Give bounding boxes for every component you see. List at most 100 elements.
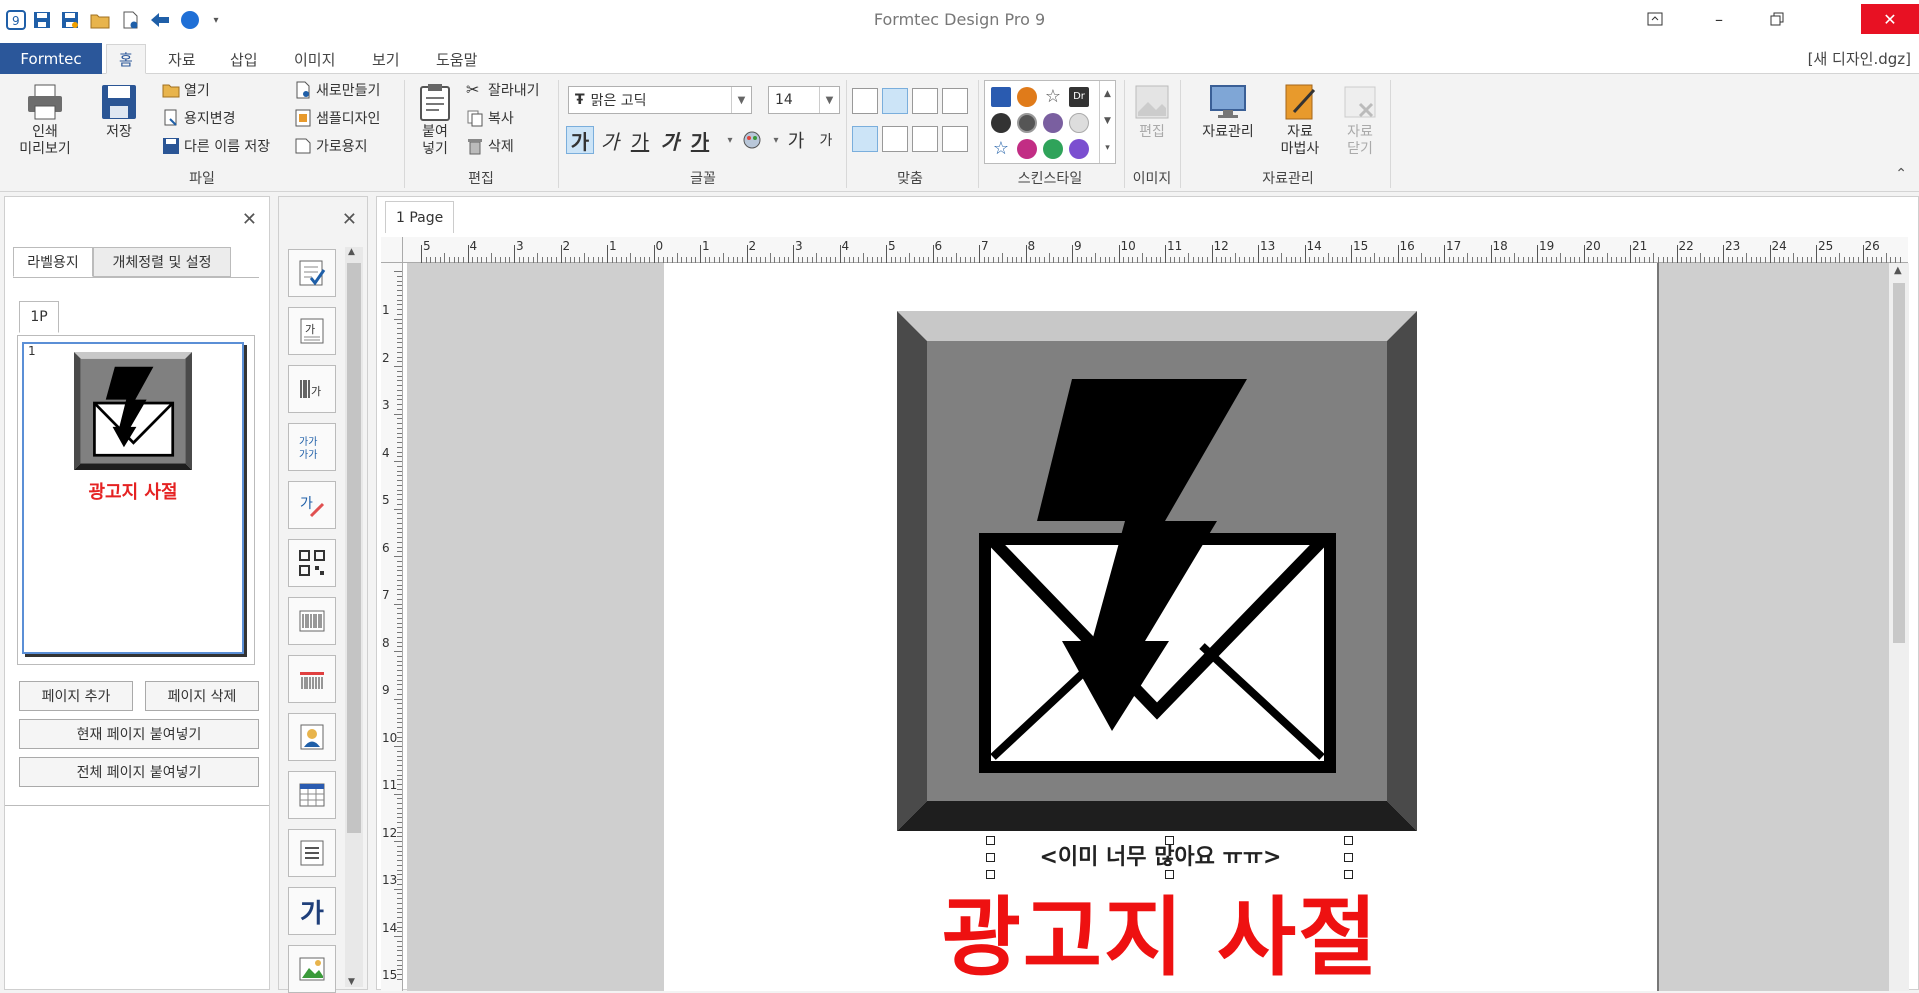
design-title-text[interactable]: 광고지 사절 bbox=[664, 867, 1657, 991]
star-icon[interactable]: ☆ bbox=[1043, 87, 1063, 107]
table-tool[interactable] bbox=[288, 771, 336, 819]
gallery-scroll[interactable]: ▲ ▼ ▾ bbox=[1099, 81, 1115, 163]
skin-blue-swatch[interactable] bbox=[991, 87, 1011, 107]
tab-page-1[interactable]: 1P bbox=[19, 301, 59, 333]
align-bottom-button[interactable] bbox=[912, 126, 938, 152]
barcode-tool[interactable] bbox=[288, 597, 336, 645]
checklist-tool[interactable] bbox=[288, 249, 336, 297]
blue-circle-icon[interactable] bbox=[178, 8, 202, 32]
quick-access-dropdown-icon[interactable]: ▾ bbox=[204, 8, 228, 32]
change-paper-button[interactable]: 용지변경 bbox=[162, 106, 236, 130]
image-tool[interactable] bbox=[288, 945, 336, 993]
tab-object-align[interactable]: 개체정렬 및 설정 bbox=[93, 247, 231, 277]
copy-button[interactable]: 복사 bbox=[466, 106, 514, 130]
skin-gray-swatch[interactable] bbox=[1017, 113, 1037, 133]
selection-handle[interactable] bbox=[1165, 836, 1174, 845]
selection-handle[interactable] bbox=[1344, 870, 1353, 879]
skin-magenta-swatch[interactable] bbox=[1017, 139, 1037, 159]
save-as-button[interactable]: 다른 이름 저장 bbox=[162, 134, 270, 158]
scroll-up-icon[interactable]: ▲ bbox=[348, 247, 355, 257]
text-underline-color-button[interactable]: 가 bbox=[686, 126, 714, 154]
align-justify-button[interactable] bbox=[942, 88, 968, 114]
app-logo-icon[interactable]: 9 bbox=[4, 8, 28, 32]
scroll-thumb[interactable] bbox=[1893, 283, 1905, 643]
data-manage-button[interactable]: 자료관리 bbox=[1194, 82, 1262, 141]
barcode-text-tool[interactable]: 가 bbox=[288, 365, 336, 413]
tool-scrollbar[interactable]: ▲ ▼ bbox=[345, 247, 363, 987]
selection-handle[interactable] bbox=[1344, 836, 1353, 845]
qr-code-tool[interactable] bbox=[288, 539, 336, 587]
cut-button[interactable]: ✂ 잘라내기 bbox=[466, 78, 540, 102]
align-top-button[interactable] bbox=[852, 126, 878, 152]
data-close-button[interactable]: 자료 닫기 bbox=[1336, 82, 1384, 158]
photo-tool[interactable] bbox=[288, 713, 336, 761]
tab-insert[interactable]: 삽입 bbox=[218, 44, 270, 74]
back-arrow-icon[interactable] bbox=[148, 8, 172, 32]
tab-help[interactable]: 도움말 bbox=[424, 44, 489, 74]
color-barcode-tool[interactable] bbox=[288, 655, 336, 703]
tab-view[interactable]: 보기 bbox=[360, 44, 412, 74]
new-button[interactable]: 새로만들기 bbox=[294, 78, 380, 102]
strikethrough-button[interactable]: 가 bbox=[656, 126, 684, 154]
font-name-select[interactable]: Ŧ 맑은 고딕 ▼ bbox=[568, 86, 752, 114]
selection-handle[interactable] bbox=[1165, 870, 1174, 879]
tab-label-paper[interactable]: 라벨용지 bbox=[13, 247, 93, 277]
scroll-up-icon[interactable]: ▲ bbox=[1894, 265, 1902, 276]
save-as-icon[interactable] bbox=[58, 8, 82, 32]
text-box-tool[interactable]: 가 bbox=[288, 307, 336, 355]
mail-lightning-image[interactable] bbox=[897, 311, 1417, 831]
tab-data[interactable]: 자료 bbox=[156, 44, 208, 74]
sample-design-button[interactable]: 샘플디자인 bbox=[294, 106, 380, 130]
scroll-down-icon[interactable]: ▼ bbox=[348, 977, 355, 987]
minimize-button[interactable]: – bbox=[1693, 4, 1745, 34]
tab-image[interactable]: 이미지 bbox=[282, 44, 347, 74]
paste-button[interactable]: 붙여 넣기 bbox=[414, 82, 456, 158]
selection-handle[interactable] bbox=[1344, 853, 1353, 862]
selection-handle[interactable] bbox=[986, 853, 995, 862]
skin-style-gallery[interactable]: ☆ Dr ☆ ▲ ▼ ▾ bbox=[984, 80, 1116, 164]
align-middle-button[interactable] bbox=[882, 126, 908, 152]
underline-button[interactable]: 가 bbox=[626, 126, 654, 154]
scroll-thumb[interactable] bbox=[347, 263, 361, 833]
tab-home[interactable]: 홈 bbox=[106, 44, 146, 74]
data-wizard-button[interactable]: 자료 마법사 bbox=[1272, 82, 1328, 158]
tab-page-1-canvas[interactable]: 1 Page bbox=[385, 201, 455, 233]
skin-black-swatch[interactable] bbox=[991, 113, 1011, 133]
skin-green-swatch[interactable] bbox=[1043, 139, 1063, 159]
skin-dark-swatch[interactable]: Dr bbox=[1069, 87, 1089, 107]
save-button[interactable]: 저장 bbox=[94, 82, 144, 141]
align-left-button[interactable] bbox=[852, 88, 878, 114]
font-size-select[interactable]: 14 ▼ bbox=[768, 86, 840, 114]
font-grow-icon[interactable]: 가 bbox=[782, 126, 810, 154]
bold-button[interactable]: 가 bbox=[566, 126, 594, 154]
delete-button[interactable]: 삭제 bbox=[466, 134, 514, 158]
close-window-button[interactable]: ✕ bbox=[1861, 4, 1919, 34]
delete-page-button[interactable]: 페이지 삭제 bbox=[145, 681, 259, 711]
memo-tool[interactable] bbox=[288, 829, 336, 877]
skin-violet-swatch[interactable] bbox=[1069, 139, 1089, 159]
ribbon-display-icon[interactable] bbox=[1629, 4, 1681, 34]
selection-handle[interactable] bbox=[986, 836, 995, 845]
italic-button[interactable]: 가 bbox=[596, 126, 624, 154]
open-button[interactable]: 열기 bbox=[162, 78, 210, 102]
skin-purple-swatch[interactable] bbox=[1043, 113, 1063, 133]
font-shrink-icon[interactable]: 가 bbox=[812, 126, 840, 154]
paste-current-page-button[interactable]: 현재 페이지 붙여넣기 bbox=[19, 719, 259, 749]
serial-text-tool[interactable]: 가가 가가 bbox=[288, 423, 336, 471]
page-thumbnail[interactable]: 1 광고지 사절 bbox=[22, 342, 244, 654]
paste-all-pages-button[interactable]: 전체 페이지 붙여넣기 bbox=[19, 757, 259, 787]
align-center-button[interactable] bbox=[882, 88, 908, 114]
open-folder-icon[interactable] bbox=[88, 8, 112, 32]
close-icon[interactable]: ✕ bbox=[342, 209, 357, 230]
canvas-vertical-scrollbar[interactable]: ▲ bbox=[1889, 263, 1909, 991]
selection-handle[interactable] bbox=[986, 870, 995, 879]
design-page[interactable]: <이미 너무 많아요 ㅠㅠ> 광고지 사절 bbox=[664, 263, 1657, 991]
restore-button[interactable] bbox=[1751, 4, 1803, 34]
blue-star-icon[interactable]: ☆ bbox=[991, 139, 1011, 159]
tab-formtec[interactable]: Formtec bbox=[0, 43, 102, 74]
text-edit-tool[interactable]: 가 bbox=[288, 481, 336, 529]
collapse-ribbon-icon[interactable]: ⌃ bbox=[1895, 166, 1907, 182]
save-icon[interactable] bbox=[30, 8, 54, 32]
landscape-paper-button[interactable]: 가로용지 bbox=[294, 134, 368, 158]
align-right-button[interactable] bbox=[912, 88, 938, 114]
